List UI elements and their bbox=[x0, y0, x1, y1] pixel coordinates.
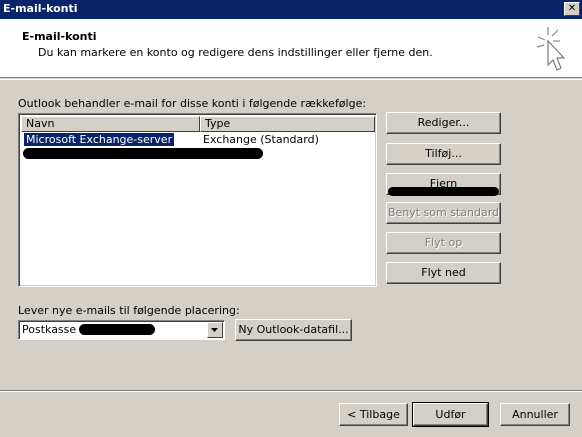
redacted-account-row[interactable] bbox=[23, 148, 263, 159]
delivery-location-select[interactable]: Postkasse - bbox=[18, 320, 225, 340]
finish-button[interactable]: Udfør bbox=[412, 402, 489, 427]
move-down-button[interactable]: Flyt ned bbox=[386, 262, 501, 284]
new-datafile-button[interactable]: Ny Outlook-datafil... bbox=[235, 319, 352, 341]
delivery-location-value: Postkasse - bbox=[22, 323, 84, 336]
account-row-name[interactable]: Microsoft Exchange-server bbox=[22, 132, 176, 147]
move-up-button[interactable]: Flyt op bbox=[386, 232, 501, 254]
wizard-cursor-icon bbox=[536, 27, 566, 71]
close-button[interactable]: ✕ bbox=[564, 2, 580, 16]
redacted-mailbox-name bbox=[79, 324, 155, 335]
cancel-button[interactable]: Annuller bbox=[500, 403, 570, 426]
window-title: E-mail-konti bbox=[3, 2, 78, 15]
column-header-type[interactable]: Type bbox=[200, 116, 375, 132]
accounts-list[interactable]: Navn Type Microsoft Exchange-server Exch… bbox=[18, 113, 377, 287]
remove-button[interactable]: Fjern bbox=[386, 173, 501, 196]
back-button[interactable]: < Tilbage bbox=[339, 403, 408, 426]
close-icon: ✕ bbox=[567, 3, 577, 14]
set-default-button[interactable]: Benyt som standard bbox=[386, 202, 501, 224]
header-subtitle: Du kan markere en konto og redigere dens… bbox=[38, 46, 433, 59]
dropdown-button[interactable] bbox=[207, 322, 223, 338]
header-divider bbox=[0, 79, 582, 80]
delivery-caption: Lever nye e-mails til følgende placering… bbox=[18, 304, 240, 317]
footer-divider-highlight bbox=[0, 391, 582, 392]
wizard-header: E-mail-konti Du kan markere en konto og … bbox=[0, 19, 582, 78]
redaction-mark bbox=[388, 187, 499, 196]
header-title: E-mail-konti bbox=[22, 30, 97, 43]
title-bar: E-mail-konti ✕ bbox=[0, 0, 582, 19]
add-button[interactable]: Tilføj... bbox=[386, 143, 501, 165]
edit-button[interactable]: Rediger... bbox=[386, 112, 501, 134]
accounts-caption: Outlook behandler e-mail for disse konti… bbox=[18, 97, 367, 110]
account-row-type[interactable]: Exchange (Standard) bbox=[203, 133, 319, 146]
chevron-down-icon bbox=[211, 328, 218, 332]
column-header-name[interactable]: Navn bbox=[21, 116, 200, 132]
